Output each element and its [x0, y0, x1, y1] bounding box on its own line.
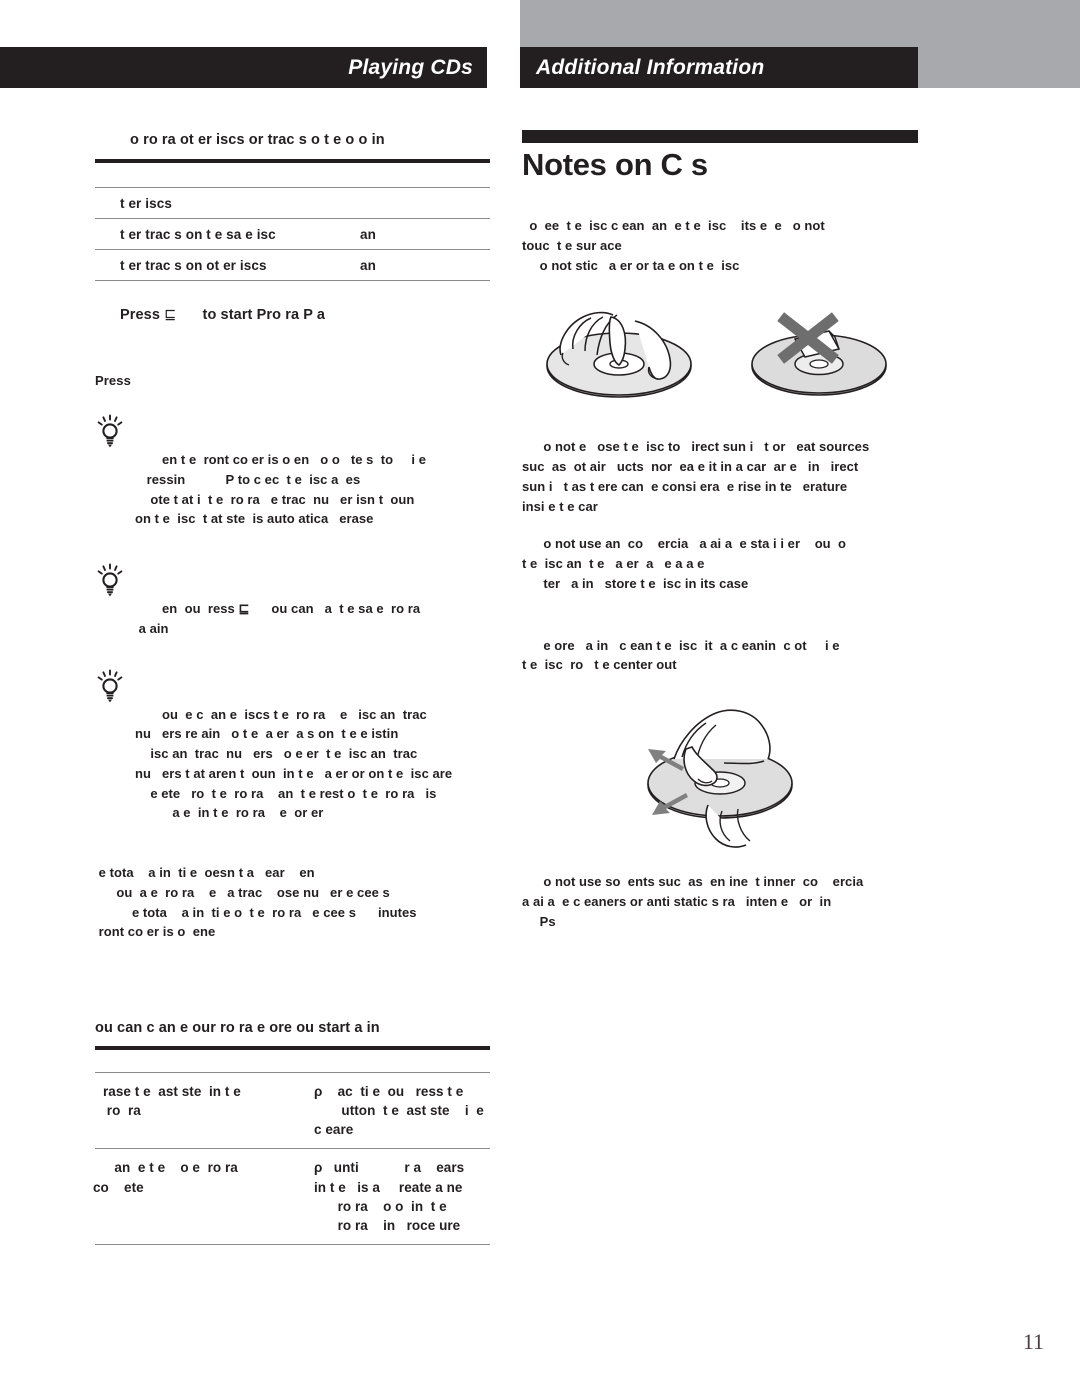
do-this-cell: ρ ac ti e ou ress t e utton t e ast ste … [304, 1072, 490, 1150]
left-column: o ro ra ot er iscs or trac s o t e o o i… [93, 130, 490, 1246]
tip-line: isc an trac nu ers o e er t e isc an tra… [143, 746, 421, 762]
play-button-glyph-icon: ⊑ [164, 307, 177, 324]
action-line: rase t e ast ste in t e [103, 1084, 241, 1100]
action-line: co ete [93, 1179, 144, 1195]
page-number: 11 [1022, 1329, 1044, 1354]
tip-line: en t e ront co er is o en o o te s to i … [151, 452, 427, 468]
section-bar [522, 130, 918, 143]
program-options-table: t er iscs t er trac s on t e sa e isc an… [95, 187, 490, 282]
do-this-cell: ρ unti r a ears in t e is a reate a ne r… [304, 1148, 490, 1246]
press-word: Press [120, 307, 161, 324]
notes-block-cleaning: e ore a in c ean t e isc it a c eanin c … [522, 636, 922, 676]
tip-line: ou e c an e iscs t e ro ra e isc an trac [151, 706, 431, 722]
chapter-title-left: Playing CDs [348, 55, 473, 79]
action-cell: rase t e ast ste in t e ro ra [95, 1072, 304, 1150]
tip-block: en ou ress ⊑ ou can a t e sa e ro ra a a… [95, 563, 490, 639]
tip-text: en ou ress ⊑ ou can a t e sa e ro ra a a… [135, 563, 490, 639]
note-line: o not use an co ercia a ai a e sta i i e… [536, 536, 850, 552]
lightbulb-icon [95, 669, 125, 703]
note-line: suc as ot air ucts nor ea e it in a car … [522, 459, 859, 475]
press-instruction-text: to start Pro ra P a [202, 307, 326, 324]
row-value: an [360, 249, 490, 282]
note-line: o not stic a er or ta e on t e isc [536, 257, 740, 273]
table-row: t er trac s on ot er iscs an [95, 249, 490, 282]
lightbulb-icon [95, 414, 125, 448]
step-heading: o ro ra ot er iscs or trac s o t e o o i… [130, 132, 385, 148]
tip-line: ote t at i t e ro ra e trac nu er isn t … [143, 491, 419, 507]
do-this-line: utton t e ast ste i e [330, 1103, 484, 1119]
table-row: t er trac s on t e sa e isc an [95, 218, 490, 251]
note-line: sun i t as t ere can e consi era e rise … [522, 478, 848, 494]
note-line: e tota a in ti e o t e ro ra e cee s inu… [121, 904, 417, 920]
tip-text: ou e c an e iscs t e ro ra e isc an trac… [135, 669, 490, 824]
note-line: insi e t e car [522, 498, 598, 514]
do-this-line: ρ unti r a ears [314, 1160, 465, 1176]
do-this-line: c eare [314, 1122, 358, 1138]
notes-block-handling: o ee t e isc c ean an e t e isc its e e … [522, 216, 922, 275]
note-line: touc t e sur ace [522, 237, 622, 253]
row-value [360, 187, 490, 220]
note-paragraph: e tota a in ti e oesn t a ear en ou a e … [95, 863, 490, 942]
row-label: t er trac s on t e sa e isc [95, 218, 360, 251]
row-label: t er trac s on ot er iscs [95, 249, 360, 282]
row-value: an [360, 218, 490, 251]
tip-line: nu ers re ain o t e a er a s on t e e is… [135, 726, 402, 742]
row-label: t er iscs [95, 187, 360, 220]
change-program-rule [95, 1046, 490, 1051]
notes-block-stabilizer: o not use an co ercia a ai a e sta i i e… [522, 534, 922, 593]
note-line: a ai a e c eaners or anti static s ra in… [522, 893, 832, 909]
note-line: ront co er is o ene [95, 924, 219, 940]
note-line: t e isc ro t e center out [522, 657, 677, 673]
right-column: Notes on C s o ee t e isc c ean an e t e… [522, 130, 922, 949]
lightbulb-icon [95, 563, 125, 597]
tip-block: ou e c an e iscs t e ro ra e isc an trac… [95, 669, 490, 824]
chapter-title-right: Additional Information [536, 55, 765, 79]
table-row: t er iscs [95, 187, 490, 220]
change-program-heading: ou can c an e our ro ra e ore ou start a… [95, 1020, 380, 1037]
action-cell: an e t e o e ro ra co ete [93, 1148, 304, 1246]
table-row: rase t e ast ste in t e ro ra ρ ac ti e … [95, 1072, 490, 1150]
tip-line: en ou ress ⊑ ou can a t e sa e ro ra [151, 601, 424, 617]
tip-text: en t e ront co er is o en o o te s to i … [135, 414, 490, 529]
chapter-bar-right: Additional Information [520, 47, 918, 88]
disc-handling-illustration [522, 293, 922, 423]
press-play-instruction: Press ⊑ to start Pro ra P a [120, 307, 490, 323]
tip-line: e ete ro t e ro ra an t e rest o t e ro … [143, 785, 437, 801]
note-line: ter a in store t e isc in its case [536, 575, 749, 591]
note-line: Ps [536, 913, 556, 929]
do-this-line: ro ra o o in t e [330, 1198, 447, 1214]
chapter-bar-left: Playing CDs [0, 47, 487, 88]
change-program-table: rase t e ast ste in t e ro ra ρ ac ti e … [93, 1072, 490, 1246]
action-line: an e t e o e ro ra [103, 1160, 242, 1176]
note-line: t e isc an t e a er a e a a e [522, 556, 705, 572]
note-line: o not e ose t e isc to irect sun i t or … [536, 439, 870, 455]
table-row: an e t e o e ro ra co ete ρ unti r a ear… [93, 1148, 490, 1246]
note-line: ou a e ro ra e a trac ose nu er e cee s [109, 884, 394, 900]
do-this-line: ro ra in roce ure [330, 1217, 461, 1233]
disc-cleaning-illustration [522, 693, 922, 858]
note-line: e ore a in c ean t e isc it a c eanin c … [536, 637, 840, 653]
notes-block-heat: o not e ose t e isc to irect sun i t or … [522, 437, 922, 516]
page-title: Notes on C s [522, 147, 708, 182]
tip-line: on t e isc t at ste is auto atica erase [135, 511, 378, 527]
tip-line: a ain [135, 620, 169, 636]
do-this-line: ρ ac ti e ou ress t e [314, 1084, 464, 1100]
action-line: ro ra [103, 1103, 145, 1119]
tip-line: ressin P to c ec t e isc a es [143, 471, 361, 487]
press-label: Press [95, 373, 131, 389]
heading-rule [95, 159, 490, 164]
tip-line: a e in t e ro ra e or er [165, 805, 324, 821]
notes-block-solvents: o not use so ents suc as en ine t inner … [522, 872, 922, 931]
note-line: e tota a in ti e oesn t a ear en [95, 865, 315, 881]
tip-block: en t e ront co er is o en o o te s to i … [95, 414, 490, 529]
note-line: o not use so ents suc as en ine t inner … [536, 874, 864, 890]
change-program-section: ou can c an e our ro ra e ore ou start a… [93, 1020, 490, 1246]
tip-line: nu ers t at aren t oun in t e a er or on… [135, 765, 453, 781]
do-this-line: in t e is a reate a ne [314, 1179, 463, 1195]
note-line: o ee t e isc c ean an e t e isc its e e … [522, 218, 825, 234]
